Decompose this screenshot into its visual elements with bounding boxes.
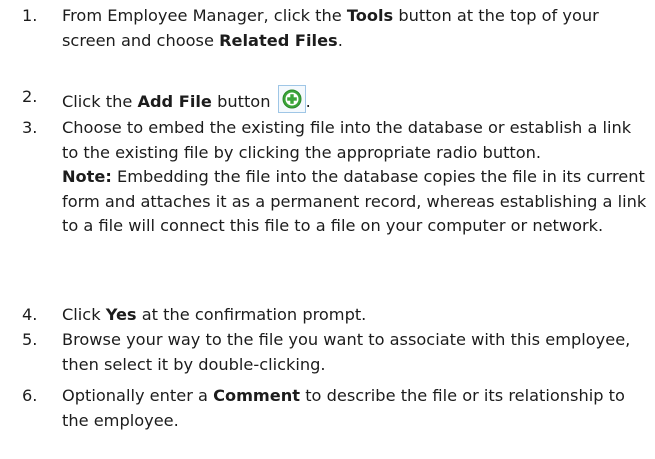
note-text: Embedding the file into the database cop… [62,167,647,236]
comment-label: Comment [213,386,301,405]
step-text: . [337,30,343,50]
note-label: Note: [62,167,112,187]
step-5: 5. Browse your way to the file you want … [0,328,655,377]
step-text: . [305,92,311,111]
step-3: 3. Choose to embed the existing file int… [0,116,655,239]
step-text: button [211,92,276,111]
related-files-label: Related Files [219,30,338,50]
step-2: 2. Click the Add File button . [0,85,655,115]
step-6: 6. Optionally enter a Comment to describ… [0,384,655,433]
step-number: 5. [22,330,38,349]
step-text: From Employee Manager, click the [62,6,347,25]
add-circle-icon [277,85,306,113]
step-number: 3. [22,118,38,137]
add-file-label: Add File [137,92,212,111]
step-text: Browse your way to the file you want to … [62,330,631,374]
step-number: 1. [22,6,38,25]
step-4: 4. Click Yes at the confirmation prompt. [0,303,655,328]
tools-label: Tools [346,6,394,25]
step-text: Optionally enter a [62,386,214,405]
step-number: 2. [22,87,38,106]
step-text: Click the [62,92,138,111]
step-1: 1. From Employee Manager, click the Tool… [0,4,655,53]
yes-label: Yes [105,305,137,324]
step-text: Click [62,305,106,324]
step-number: 4. [22,305,38,324]
step-number: 6. [22,386,38,405]
step-text: Choose to embed the existing file into t… [62,118,632,162]
step-text: at the confirmation prompt. [136,305,367,324]
